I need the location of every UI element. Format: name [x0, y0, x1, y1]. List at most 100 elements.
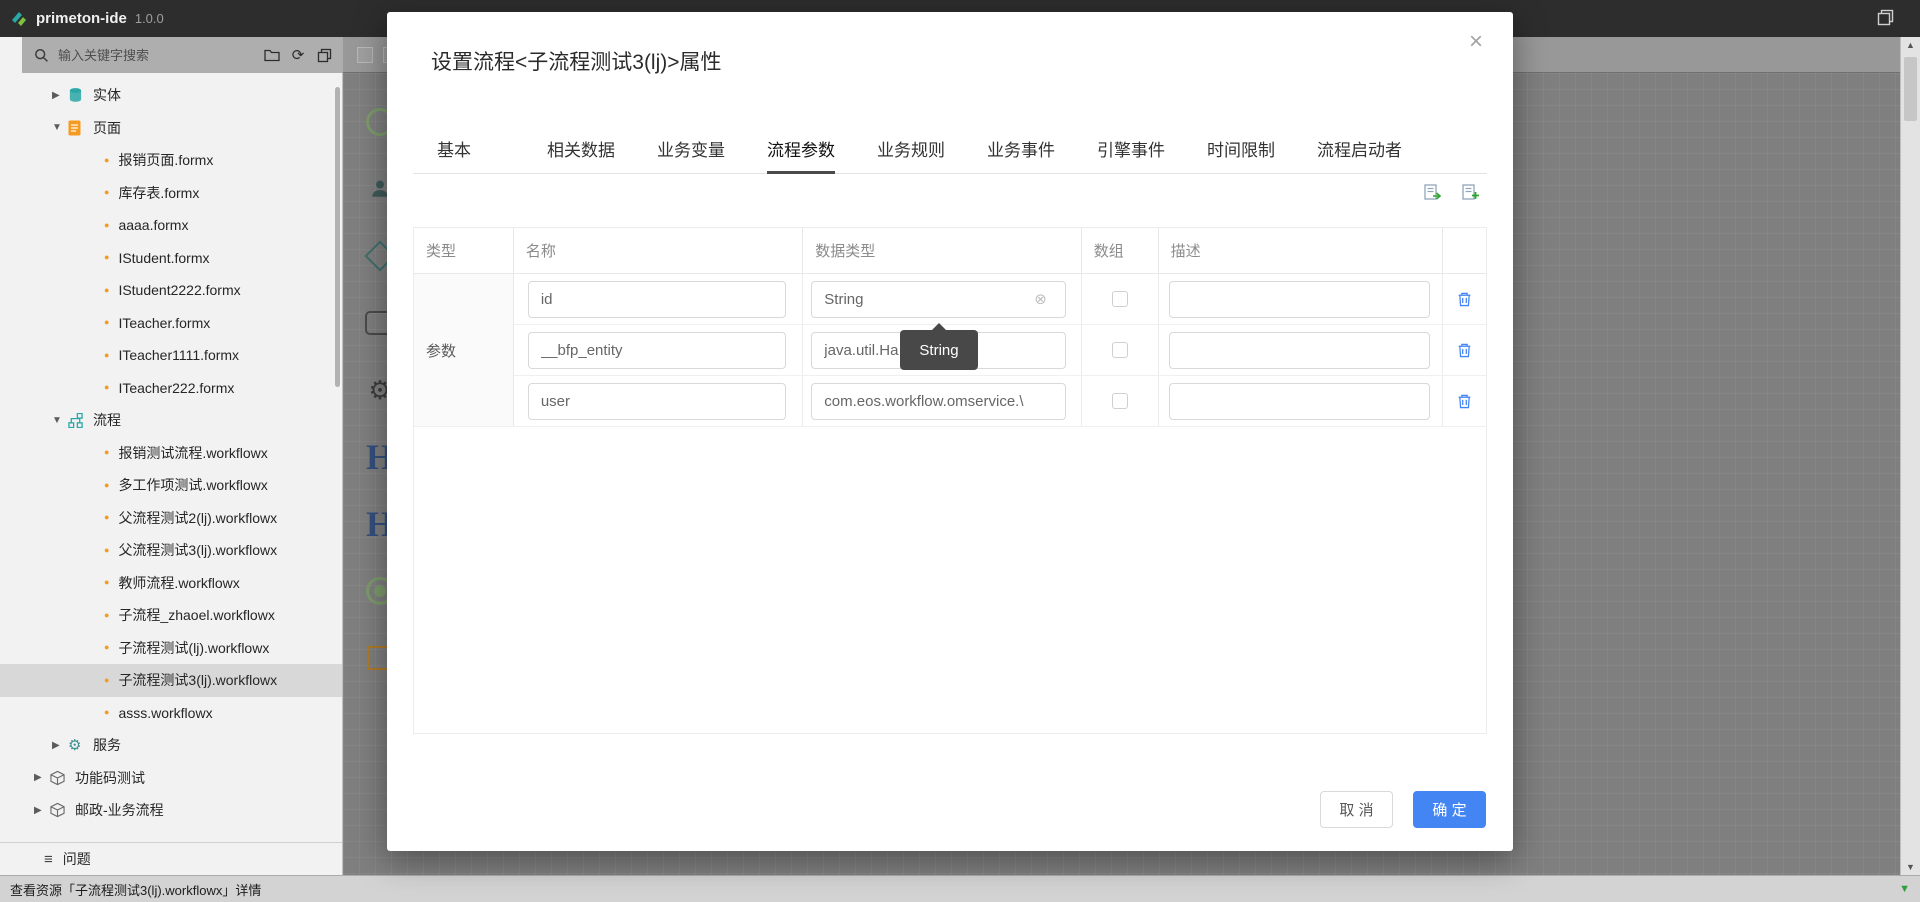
search-input[interactable]: [58, 48, 255, 63]
param-datatype-input[interactable]: [811, 281, 1066, 318]
problems-panel-toggle[interactable]: ≡ 问题: [0, 842, 342, 875]
tree-item-file[interactable]: ●子流程测试(lj).workflowx: [0, 632, 342, 665]
file-dot-icon: ●: [104, 578, 109, 587]
app-window: primeton-ide 1.0.0 资源 ⟳ ▶: [0, 0, 1920, 902]
delete-row-icon[interactable]: [1456, 342, 1473, 359]
tooltip-text: String: [919, 342, 958, 359]
tree-item-label: 流程: [93, 410, 121, 430]
tree-item-file[interactable]: ●asss.workflowx: [0, 697, 342, 730]
status-arrow-icon[interactable]: ▼: [1899, 883, 1910, 895]
tree-item-flows[interactable]: ▼ 流程: [0, 404, 342, 437]
table-toolbar: [1423, 182, 1481, 207]
array-checkbox[interactable]: [1112, 291, 1128, 307]
statusbar: 查看资源「子流程测试3(lj).workflowx」详情 ▼: [0, 875, 1920, 902]
table-row: [414, 376, 1486, 427]
tree-item-file[interactable]: ●教师流程.workflowx: [0, 567, 342, 600]
tree-item-file[interactable]: ●报销测试流程.workflowx: [0, 437, 342, 470]
file-dot-icon: ●: [104, 546, 109, 555]
param-name-input[interactable]: [528, 383, 786, 420]
column-header: 名称: [514, 228, 803, 273]
tree-item-file[interactable]: ● 多工作项测试.workflowx: [0, 469, 342, 502]
resource-tree: ▶ 实体 ▼ 页面 ●报销页面.formx ●库存表.formx ●aaaa.f…: [0, 79, 342, 827]
tree-item-project[interactable]: ▶ 功能码测试: [0, 762, 342, 795]
scrollbar-thumb[interactable]: [1904, 57, 1917, 121]
collapse-all-icon[interactable]: [315, 46, 333, 64]
param-name-input[interactable]: [528, 332, 786, 369]
table-row: ⊗: [414, 274, 1486, 325]
tab-flow-starter[interactable]: 流程启动者: [1317, 130, 1402, 173]
scroll-up-icon[interactable]: ▲: [1901, 40, 1920, 50]
vertical-scrollbar[interactable]: ▲ ▼: [1900, 37, 1920, 875]
tree-item-label: 多工作项测试.workflowx: [118, 475, 267, 495]
file-dot-icon: ●: [104, 513, 109, 522]
tab-flow-params[interactable]: 流程参数: [767, 130, 877, 173]
close-icon[interactable]: ×: [1469, 30, 1483, 54]
scroll-down-icon[interactable]: ▼: [1901, 862, 1920, 872]
tab-engine-events[interactable]: 引擎事件: [1097, 130, 1207, 173]
toolbar-icon[interactable]: [357, 47, 373, 63]
clear-input-icon[interactable]: ⊗: [1034, 292, 1047, 307]
tab-business-vars[interactable]: 业务变量: [657, 130, 767, 173]
tab-basic[interactable]: 基本: [437, 130, 547, 173]
file-dot-icon: ●: [104, 676, 109, 685]
problems-label: 问题: [63, 849, 91, 869]
tree-item-label: 父流程测试2(lj).workflowx: [118, 508, 277, 528]
param-desc-input[interactable]: [1169, 332, 1430, 369]
tree-item-label: 子流程测试3(lj).workflowx: [118, 670, 277, 690]
tree-item-file[interactable]: ● 子流程_zhaoel.workflowx: [0, 599, 342, 632]
tree-item-file[interactable]: ●IStudent.formx: [0, 242, 342, 275]
add-param-icon[interactable]: [1461, 182, 1481, 207]
tree-item-file[interactable]: ●ITeacher1111.formx: [0, 339, 342, 372]
tree-item-file[interactable]: ●IStudent2222.formx: [0, 274, 342, 307]
tree-item-file[interactable]: ●父流程测试3(lj).workflowx: [0, 534, 342, 567]
tree-item-label: IStudent2222.formx: [118, 282, 240, 298]
tab-business-rules[interactable]: 业务规则: [877, 130, 987, 173]
refresh-icon[interactable]: ⟳: [289, 46, 307, 64]
file-dot-icon: ●: [104, 611, 109, 620]
delete-row-icon[interactable]: [1456, 291, 1473, 308]
tree-item-services[interactable]: ▶ ⚙ 服务: [0, 729, 342, 762]
chevron-right-icon: ▶: [52, 90, 68, 101]
file-dot-icon: ●: [104, 383, 109, 392]
chevron-down-icon: ▼: [52, 415, 68, 426]
tree-item-label: ITeacher222.formx: [118, 380, 234, 396]
param-name-input[interactable]: [528, 281, 786, 318]
param-desc-input[interactable]: [1169, 281, 1430, 318]
file-dot-icon: ●: [104, 156, 109, 165]
file-dot-icon: ●: [104, 448, 109, 457]
param-datatype-input[interactable]: [811, 383, 1066, 420]
tree-item-pages[interactable]: ▼ 页面: [0, 112, 342, 145]
tree-item-project[interactable]: ▶ 邮政-业务流程: [0, 794, 342, 827]
chevron-right-icon: ▶: [52, 740, 68, 751]
array-checkbox[interactable]: [1112, 342, 1128, 358]
import-param-icon[interactable]: [1423, 182, 1443, 207]
sidebar: ⟳ ▶ 实体 ▼ 页面 ●报销页面.formx: [0, 37, 343, 875]
folder-icon[interactable]: [263, 46, 281, 64]
tree-item-file-selected[interactable]: ● 子流程测试3(lj).workflowx: [0, 664, 342, 697]
tree-item-file[interactable]: ● ITeacher.formx: [0, 307, 342, 340]
search-icon: [32, 46, 50, 64]
file-dot-icon: ●: [104, 481, 109, 490]
tree-item-file[interactable]: ●aaaa.formx: [0, 209, 342, 242]
array-checkbox[interactable]: [1112, 393, 1128, 409]
tree-item-file[interactable]: ● 父流程测试2(lj).workflowx: [0, 502, 342, 535]
app-logo-icon: [10, 10, 28, 28]
tree-item-file[interactable]: ●库存表.formx: [0, 177, 342, 210]
tree-item-entity[interactable]: ▶ 实体: [0, 79, 342, 112]
ok-button[interactable]: 确 定: [1413, 791, 1486, 828]
tree-item-file[interactable]: ● ITeacher222.formx: [0, 372, 342, 405]
sidebar-scrollbar-thumb[interactable]: [335, 87, 340, 387]
param-desc-input[interactable]: [1169, 383, 1430, 420]
tab-time-limit[interactable]: 时间限制: [1207, 130, 1317, 173]
tab-related-data[interactable]: 相关数据: [547, 130, 657, 173]
params-table: 类型 名称 数据类型 数组 描述 参数 ⊗: [413, 227, 1487, 734]
tab-business-events[interactable]: 业务事件: [987, 130, 1097, 173]
chevron-right-icon: ▶: [34, 805, 50, 816]
delete-row-icon[interactable]: [1456, 393, 1473, 410]
file-dot-icon: ●: [104, 318, 109, 327]
cancel-button[interactable]: 取 消: [1320, 791, 1393, 828]
tree-item-label: 子流程_zhaoel.workflowx: [118, 605, 274, 625]
window-restore-icon[interactable]: [1877, 9, 1894, 31]
tree-item-file[interactable]: ●报销页面.formx: [0, 144, 342, 177]
tree-item-label: ITeacher.formx: [118, 315, 210, 331]
